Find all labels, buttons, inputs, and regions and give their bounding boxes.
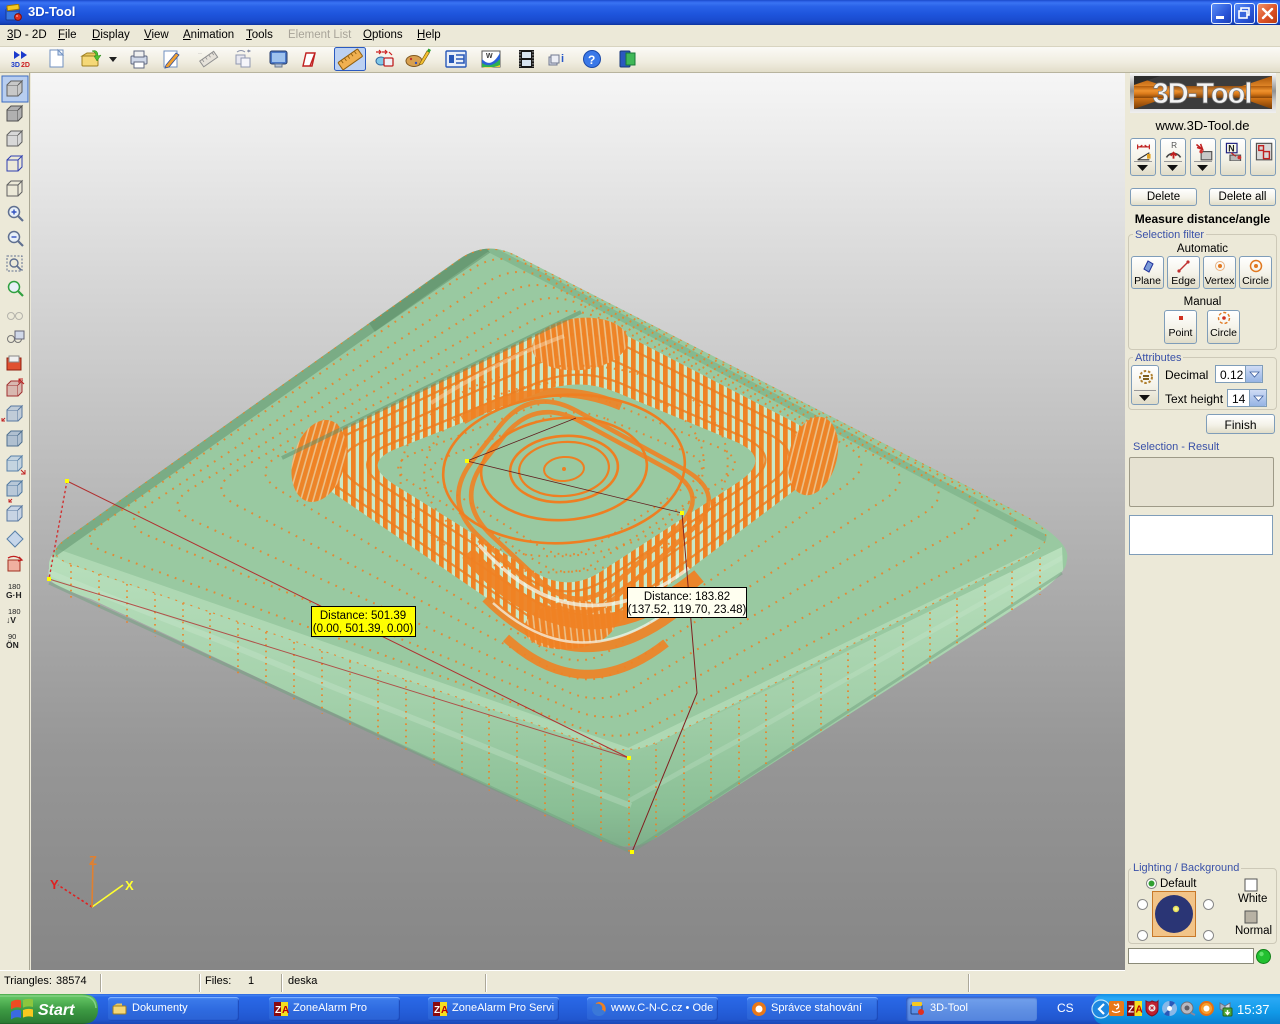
svg-text:Z: Z	[1128, 1005, 1134, 1016]
svg-text:2D: 2D	[21, 62, 30, 69]
svg-text:(0.00, 501.39, 0.00): (0.00, 501.39, 0.00)	[313, 623, 414, 635]
svg-text:Y: Y	[50, 877, 59, 892]
svg-text:A: A	[282, 1005, 289, 1016]
svg-text:↓V: ↓V	[6, 615, 16, 625]
svg-text:Z: Z	[89, 853, 97, 868]
svg-text:A: A	[1136, 1005, 1143, 1016]
svg-text:?: ?	[588, 53, 595, 67]
svg-text:3D: 3D	[11, 62, 20, 69]
svg-text:··: ··	[198, 51, 202, 57]
svg-text:i: i	[561, 53, 564, 65]
svg-text:R: R	[1171, 141, 1177, 150]
svg-text:W: W	[486, 53, 493, 60]
svg-text:N: N	[1228, 144, 1234, 154]
svg-text:(137.52, 119.70, 23.48): (137.52, 119.70, 23.48)	[628, 604, 747, 616]
svg-text:Start: Start	[38, 1002, 75, 1019]
svg-text:Distance: 183.82: Distance: 183.82	[644, 591, 730, 603]
svg-text:15:37: 15:37	[1237, 1002, 1270, 1017]
svg-text:X: X	[125, 878, 134, 893]
svg-text:Distance: 501.39: Distance: 501.39	[320, 610, 406, 622]
svg-text:ÖN: ÖN	[6, 640, 19, 650]
svg-text:3D-Tool: 3D-Tool	[1153, 78, 1252, 110]
svg-text:Z: Z	[434, 1005, 440, 1016]
svg-text:Z: Z	[275, 1005, 281, 1016]
svg-text:A: A	[441, 1005, 448, 1016]
svg-text:G·H: G·H	[6, 590, 22, 600]
